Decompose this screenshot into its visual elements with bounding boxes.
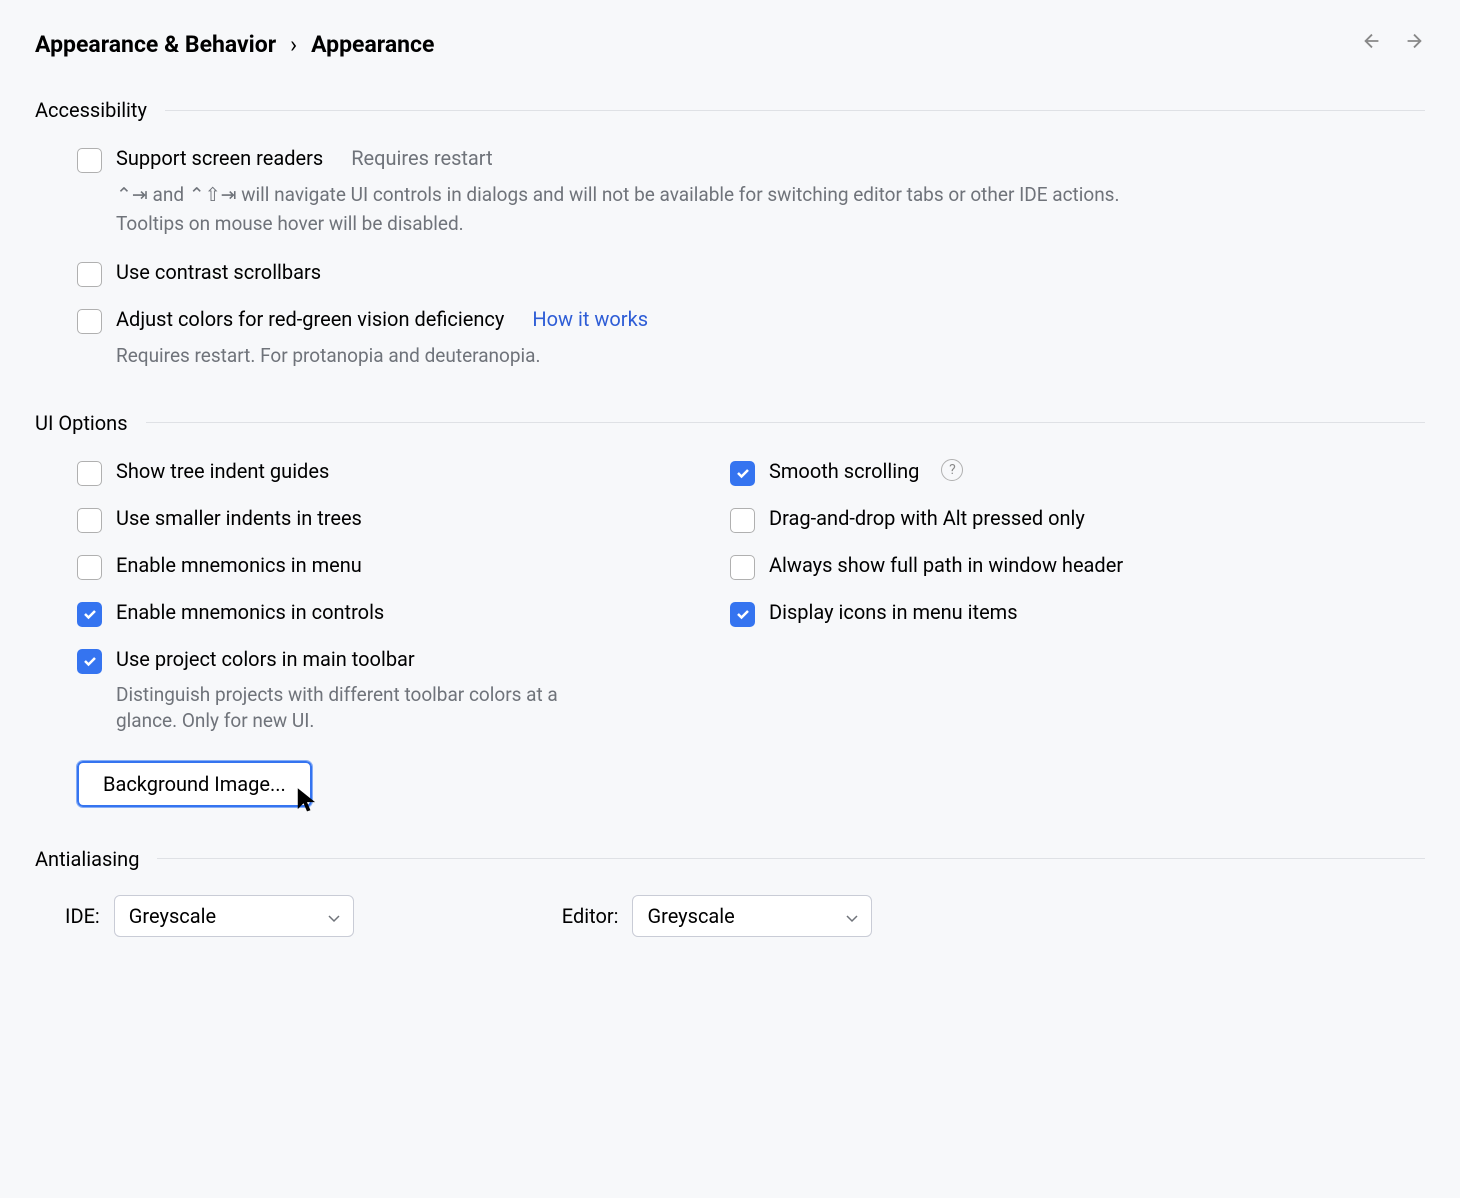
nav-forward-icon[interactable]: [1403, 30, 1425, 58]
checkbox-color-adjust[interactable]: [77, 309, 102, 334]
checkbox-smaller-indents[interactable]: [77, 508, 102, 533]
checkbox-drag-drop-alt[interactable]: [730, 508, 755, 533]
checkbox-mnemonics-menu[interactable]: [77, 555, 102, 580]
label-menu-icons: Display icons in menu items: [769, 600, 1018, 624]
chevron-right-icon: ›: [290, 31, 297, 58]
label-tree-indent: Show tree indent guides: [116, 459, 329, 483]
hint-requires-restart: Requires restart: [351, 146, 492, 170]
label-drag-drop-alt: Drag-and-drop with Alt pressed only: [769, 506, 1085, 530]
description-support-readers: ⌃⇥ and ⌃⇧⇥ will navigate UI controls in …: [116, 181, 1166, 238]
section-divider: [165, 110, 1425, 111]
label-project-colors: Use project colors in main toolbar: [116, 647, 415, 671]
checkbox-full-path-header[interactable]: [730, 555, 755, 580]
label-mnemonics-controls: Enable mnemonics in controls: [116, 600, 384, 624]
select-ide-aa[interactable]: Greyscale: [114, 895, 354, 937]
label-full-path-header: Always show full path in window header: [769, 553, 1123, 577]
chevron-down-icon: [845, 904, 859, 928]
checkbox-tree-indent[interactable]: [77, 461, 102, 486]
breadcrumb: Appearance & Behavior › Appearance: [35, 31, 434, 58]
select-editor-value: Greyscale: [647, 904, 734, 928]
label-support-readers: Support screen readers: [116, 146, 323, 170]
checkbox-contrast-scrollbars[interactable]: [77, 262, 102, 287]
select-editor-aa[interactable]: Greyscale: [632, 895, 872, 937]
label-editor-aa: Editor:: [562, 904, 619, 928]
checkbox-smooth-scrolling[interactable]: [730, 461, 755, 486]
label-smooth-scrolling: Smooth scrolling: [769, 459, 919, 483]
select-ide-value: Greyscale: [129, 904, 216, 928]
checkbox-support-readers[interactable]: [77, 148, 102, 173]
background-image-button[interactable]: Background Image...: [77, 761, 312, 807]
nav-back-icon[interactable]: [1361, 30, 1383, 58]
section-title-ui-options: UI Options: [35, 411, 128, 435]
breadcrumb-parent[interactable]: Appearance & Behavior: [35, 31, 276, 58]
checkbox-menu-icons[interactable]: [730, 602, 755, 627]
label-contrast-scrollbars: Use contrast scrollbars: [116, 260, 321, 284]
checkbox-project-colors[interactable]: [77, 649, 102, 674]
section-title-accessibility: Accessibility: [35, 98, 147, 122]
label-mnemonics-menu: Enable mnemonics in menu: [116, 553, 362, 577]
description-color-adjust: Requires restart. For protanopia and deu…: [116, 342, 1166, 371]
chevron-down-icon: [327, 904, 341, 928]
link-how-it-works[interactable]: How it works: [532, 307, 648, 331]
label-color-adjust: Adjust colors for red-green vision defic…: [116, 307, 504, 331]
section-divider: [146, 422, 1425, 423]
label-ide-aa: IDE:: [65, 904, 100, 928]
breadcrumb-current: Appearance: [311, 31, 434, 58]
checkbox-mnemonics-controls[interactable]: [77, 602, 102, 627]
description-project-colors: Distinguish projects with different tool…: [116, 682, 586, 735]
help-icon[interactable]: ?: [941, 459, 963, 481]
label-smaller-indents: Use smaller indents in trees: [116, 506, 362, 530]
section-title-antialiasing: Antialiasing: [35, 847, 139, 871]
section-divider: [157, 858, 1425, 859]
